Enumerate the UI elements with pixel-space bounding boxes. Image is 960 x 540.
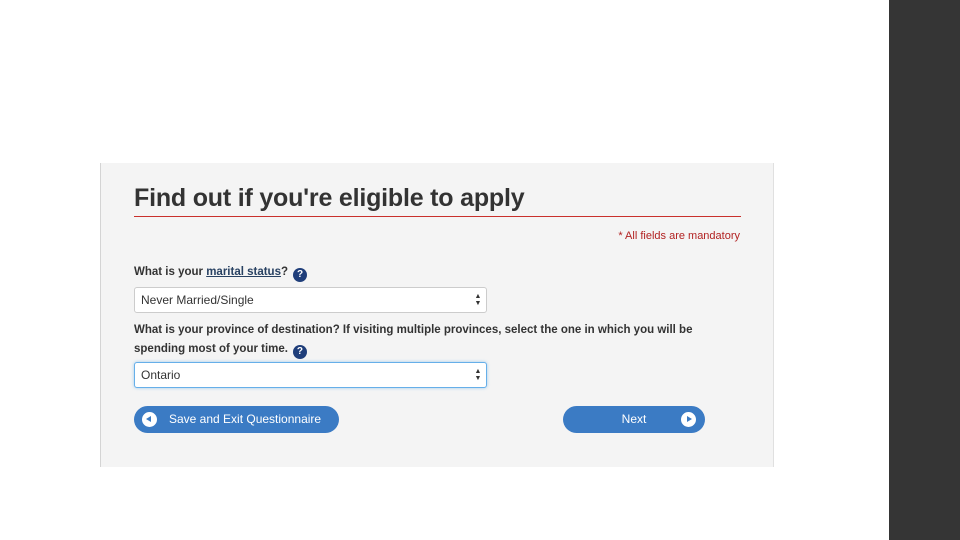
marital-status-select[interactable]: Never Married/Single ▲ ▼ (134, 287, 487, 313)
province-selected-value: Ontario (141, 368, 181, 382)
question-circle-icon[interactable]: ? (293, 268, 308, 282)
arrow-left-circle-icon (142, 412, 157, 427)
next-label: Next (621, 412, 647, 426)
marital-status-link[interactable]: marital status (206, 266, 281, 278)
page-title: Find out if you're eligible to apply (134, 184, 525, 212)
chevron-up-down-icon: ▲ ▼ (474, 293, 482, 307)
chevron-up-down-icon: ▲ ▼ (474, 368, 482, 382)
province-question-text: What is your province of destination? If… (134, 324, 693, 355)
right-dark-bar (889, 0, 960, 540)
title-divider (134, 216, 741, 217)
question-circle-icon[interactable]: ? (292, 345, 307, 359)
marital-status-question-suffix: ? (280, 266, 289, 278)
arrow-right-circle-icon (681, 412, 696, 427)
province-select[interactable]: Ontario ▲ ▼ (134, 362, 487, 388)
marital-status-question-prefix: What is your (134, 266, 207, 278)
save-and-exit-button[interactable]: Save and Exit Questionnaire (134, 406, 339, 433)
next-button[interactable]: Next (563, 406, 705, 433)
eligibility-form-panel: Find out if you're eligible to apply * A… (100, 163, 774, 467)
save-and-exit-label: Save and Exit Questionnaire (169, 412, 322, 426)
mandatory-note: * All fields are mandatory (618, 230, 740, 242)
marital-status-selected-value: Never Married/Single (141, 293, 254, 307)
marital-status-question: What is your marital status?? (134, 263, 308, 282)
province-question: What is your province of destination? If… (134, 321, 714, 359)
